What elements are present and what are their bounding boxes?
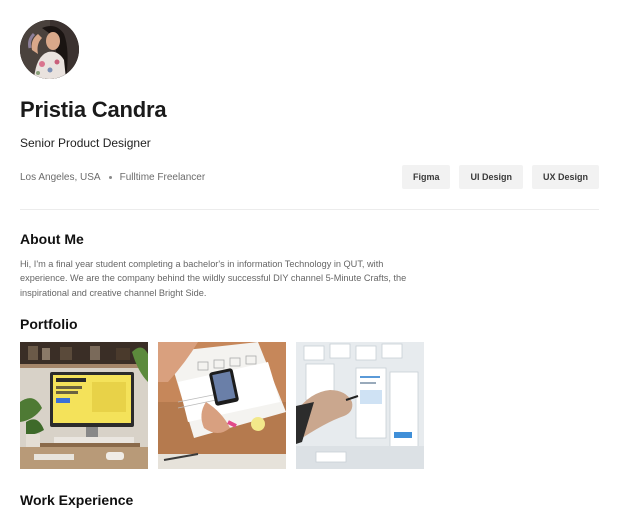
separator-dot [108, 175, 112, 179]
portfolio-item-whiteboard[interactable] [296, 342, 424, 470]
about-text: Hi, I'm a final year student completing … [20, 259, 407, 298]
portfolio-title: Portfolio [20, 316, 78, 333]
skill-tags: Figma UI Design UX Design [401, 165, 599, 189]
profile-meta-row: Los Angeles, USA Fulltime Freelancer Fig… [20, 165, 599, 189]
portfolio-item-sketching[interactable] [158, 342, 286, 470]
location-text: Los Angeles, USA [20, 171, 101, 183]
divider [20, 209, 599, 210]
employment-text: Fulltime Freelancer [119, 171, 206, 183]
skill-tag-ui-design[interactable]: UI Design [459, 165, 523, 189]
skill-tag-ux-design[interactable]: UX Design [531, 165, 599, 189]
profile-meta: Los Angeles, USA Fulltime Freelancer [20, 172, 205, 183]
profile-name: Pristia Candra [20, 97, 167, 122]
portfolio-image [158, 342, 286, 470]
portfolio-image [296, 342, 424, 470]
about-title: About Me [20, 231, 84, 247]
avatar[interactable] [20, 20, 79, 79]
avatar-photo [20, 20, 79, 79]
skill-tag-figma[interactable]: Figma [401, 165, 451, 189]
work-experience-title: Work Experience [20, 492, 134, 509]
profile-role: Senior Product Designer [20, 136, 151, 150]
portfolio-image [20, 342, 148, 470]
portfolio-item-desk-monitor[interactable] [20, 342, 148, 470]
profile-page: Pristia Candra Senior Product Designer L… [20, 20, 599, 509]
portfolio-gallery [20, 342, 599, 470]
